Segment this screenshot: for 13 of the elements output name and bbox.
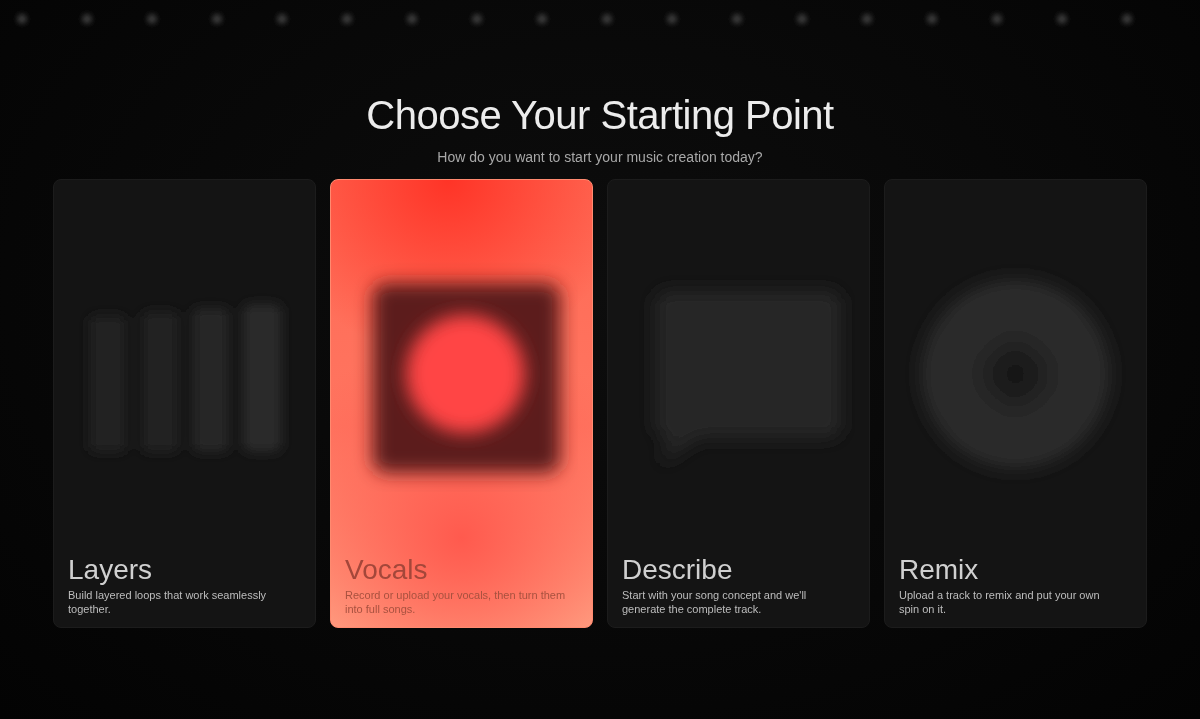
card-description: Start with your song concept and we'll generate the complete track. [622, 588, 808, 616]
card-title: Describe [622, 554, 734, 586]
card-title: Vocals [345, 554, 429, 586]
card-description: Upload a track to remix and put your own spin on it. [899, 588, 1101, 616]
card-title: Layers [68, 554, 154, 586]
card-description: Record or upload your vocals, then turn them into full songs. [345, 588, 567, 616]
page-title: Choose Your Starting Point [366, 92, 834, 139]
page-subtitle: How do you want to start your music creation today? [437, 148, 763, 166]
option-card[interactable]: Layers Build layered loops that work seamlessly together. [53, 179, 316, 628]
card-title: Remix [899, 554, 980, 586]
card-description: Build layered loops that work seamlessly together. [68, 588, 268, 616]
option-card[interactable]: Describe Start with your song concept and we'll generate the complete track. [607, 179, 870, 628]
option-card[interactable]: Remix Upload a track to remix and put your own spin on it. [884, 179, 1147, 628]
